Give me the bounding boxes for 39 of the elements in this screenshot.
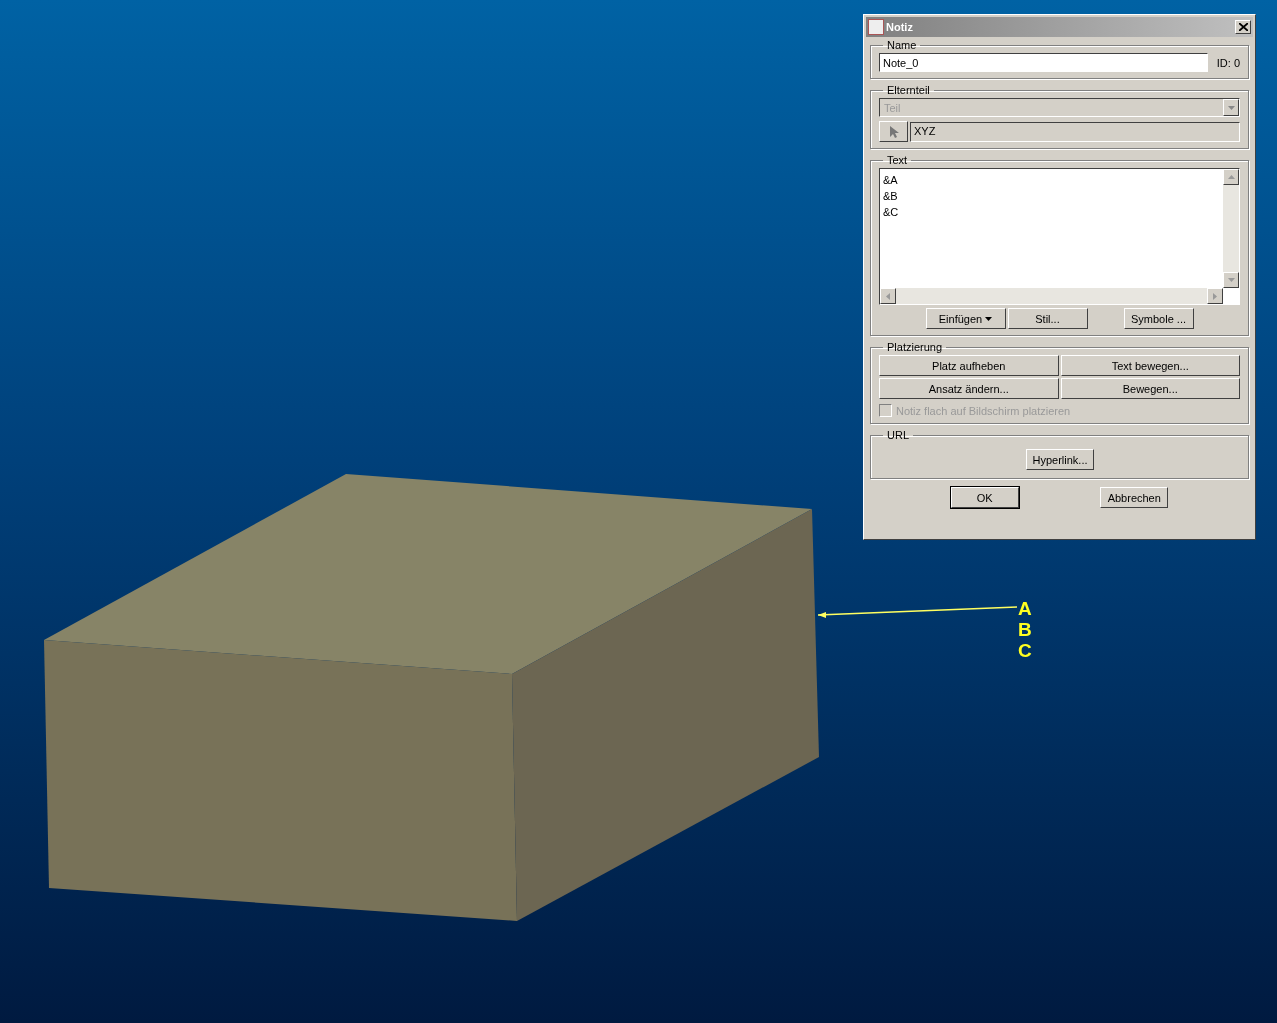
left-arrow-icon [886,292,890,300]
group-label: Text [886,154,909,166]
down-arrow-icon [1227,278,1235,282]
group-label: Elternteil [886,84,931,96]
dialog-button[interactable]: OK [950,487,1019,508]
note-text: C [1018,640,1032,661]
hyperlink-button[interactable]: Hyperlink... [1025,449,1094,470]
cursor-icon [888,124,899,139]
note-text: A [1018,598,1032,619]
text-tool-button[interactable]: Einfügen [925,308,1006,329]
text-line: &C [883,205,899,220]
select-button[interactable] [879,121,908,142]
caret-icon [985,316,993,321]
close-icon [1238,23,1248,31]
text-tool-button[interactable]: Stil... [1007,308,1088,329]
text-area[interactable]: &A &B &C [879,168,1240,305]
window-icon [868,19,884,35]
note-text: B [1018,619,1032,640]
text-line: &B [883,189,898,204]
window-title: Notiz [886,21,914,33]
horizontal-scrollbar[interactable] [880,288,1223,304]
name-field[interactable]: Note_0 [879,53,1208,72]
placement-button[interactable]: Platz aufheben [879,355,1059,376]
group-label: URL [886,429,910,441]
id-label: ID: 0 [1215,56,1240,69]
close-button[interactable] [1235,20,1251,34]
vertical-scrollbar[interactable] [1223,169,1239,288]
text-line: &A [883,173,898,188]
dialog-button[interactable]: Abbrechen [1100,487,1169,508]
group-label: Name [886,39,918,51]
text-tool-button[interactable]: Symbole ... [1123,308,1194,329]
reference-field: XYZ [910,121,1240,142]
placement-button[interactable]: Ansatz ändern... [879,378,1059,399]
right-arrow-icon [1213,292,1217,300]
up-arrow-icon [1227,175,1235,179]
caret-icon [1227,105,1235,110]
placement-button[interactable]: Bewegen... [1060,378,1240,399]
placement-button[interactable]: Text bewegen... [1060,355,1240,376]
group-label: Platzierung [886,341,944,353]
